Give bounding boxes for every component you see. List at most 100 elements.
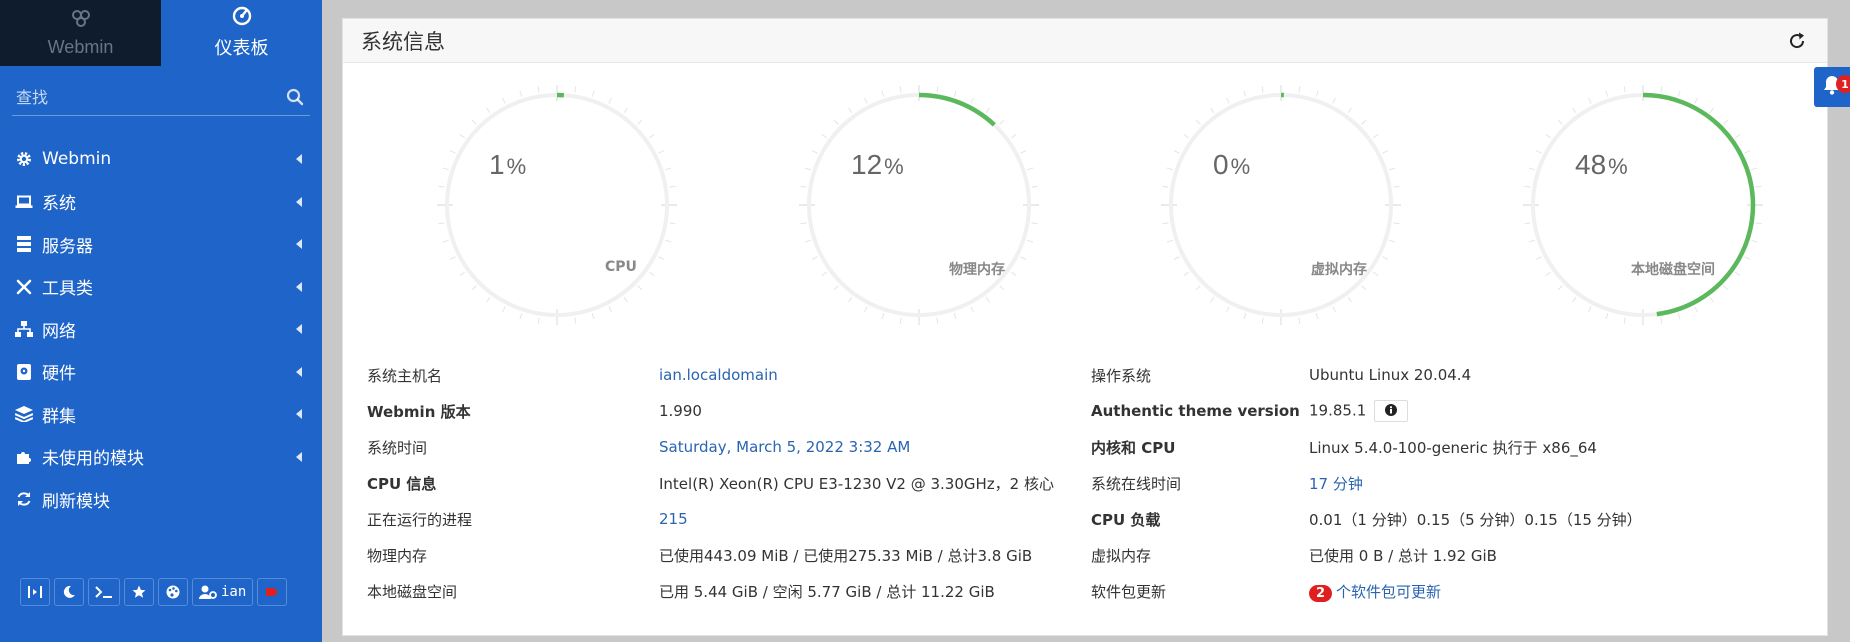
moon-icon (62, 585, 76, 599)
gear-icon (14, 150, 34, 168)
gauge-tick (953, 90, 957, 97)
sidebar-item-label: Webmin (42, 149, 112, 170)
updates-count-badge: 2 (1309, 584, 1333, 602)
gauge-tick (471, 119, 477, 125)
gauge-tick (502, 97, 506, 104)
info-row-system-time: 系统时间 Saturday, March 5, 2022 3:32 AM (367, 432, 1087, 462)
collapse-sidebar-icon (27, 585, 43, 599)
info-row-webmin-version: Webmin 版本 1.990 (367, 396, 1087, 426)
processes-link[interactable]: 215 (659, 510, 688, 528)
tab-dashboard[interactable]: 仪表板 (161, 0, 322, 66)
sidebar-item-webmin[interactable]: Webmin (0, 138, 322, 181)
gauge-tick (821, 271, 828, 276)
gauge-tick (1744, 150, 1751, 154)
gauge-tick (1031, 185, 1038, 188)
search-input[interactable] (12, 80, 310, 114)
tab-webmin[interactable]: Webmin (0, 0, 161, 66)
gauge-local-disk-label: 本地磁盘空间 (1631, 262, 1715, 278)
gauge-tick (1572, 107, 1577, 114)
star-icon (132, 585, 146, 599)
sidebar-item-tools[interactable]: 工具类 (0, 266, 322, 309)
caret-left-icon (296, 281, 302, 292)
gauge-tick (1382, 150, 1389, 154)
sidebar-item-servers[interactable]: 服务器 (0, 223, 322, 266)
user-gear-icon (199, 585, 217, 599)
gauge-tick (985, 107, 990, 114)
gauge-tick (833, 119, 839, 125)
gauge-cpu: 1% CPU (437, 85, 677, 325)
gauge-tick (953, 313, 957, 320)
hostname-link[interactable]: ian.localdomain (659, 366, 778, 384)
gauge-tick (1166, 239, 1173, 243)
gauge-local-disk-dial (1523, 85, 1763, 325)
system-time-link[interactable]: Saturday, March 5, 2022 3:32 AM (659, 438, 910, 456)
info-value-container: 19.85.1 (1309, 400, 1409, 422)
gauge-tick (438, 222, 445, 225)
gauge-tick (1226, 97, 1230, 104)
gauge-fill-arc (918, 92, 996, 127)
uptime-link[interactable]: 17 分钟 (1309, 473, 1363, 494)
sidebar: Webmin 仪表板 Webmin 系统 (0, 0, 322, 642)
gauge-tick (1298, 86, 1301, 93)
sidebar-item-cluster[interactable]: 群集 (0, 393, 322, 436)
gauge-tick (1393, 185, 1400, 188)
gauge-tick (848, 296, 853, 303)
info-key: 本地磁盘空间 (367, 582, 458, 601)
sidebar-item-label: 网络 (42, 321, 76, 342)
caret-left-icon (296, 366, 302, 377)
info-row-cpu-info: CPU 信息 Intel(R) Xeon(R) CPU E3-1230 V2 @… (367, 468, 1087, 498)
notifications-button[interactable]: 1 (1814, 67, 1850, 107)
gauge-tick (1020, 256, 1027, 260)
gauge-tick (438, 185, 445, 188)
search-box (12, 80, 310, 116)
sidebar-item-label: 系统 (42, 194, 76, 215)
night-mode-button[interactable] (54, 578, 84, 606)
sidebar-item-unused-modules[interactable]: 未使用的模块 (0, 436, 322, 479)
user-menu-button[interactable]: ian (192, 578, 254, 606)
gauge-tick (1173, 150, 1180, 154)
sidebar-item-network[interactable]: 网络 (0, 308, 322, 351)
logout-button[interactable] (257, 578, 288, 606)
sidebar-item-refresh-modules[interactable]: 刷新模块 (0, 478, 322, 521)
info-key: 操作系统 (1091, 366, 1152, 385)
server-icon (14, 235, 34, 253)
info-row-cpu-load: CPU 负载 0.01（1 分钟）0.15（5 分钟）0.15（15 分钟） (1091, 504, 1811, 534)
gauge-track (1169, 93, 1393, 317)
info-circle-icon (1385, 402, 1398, 420)
search-icon[interactable] (286, 88, 304, 106)
info-key: CPU 负载 (1091, 510, 1161, 529)
sidebar-menu: Webmin 系统 服务器 工具类 网络 硬件 群集 未使用的模块 刷新模块 (0, 138, 322, 521)
sidebar-item-label: 服务器 (42, 236, 93, 257)
sidebar-item-hardware[interactable]: 硬件 (0, 351, 322, 394)
info-key: Authentic theme version (1091, 402, 1300, 420)
gauge-tick (864, 97, 868, 104)
gauge-track (807, 93, 1031, 317)
gauge-tick (848, 107, 853, 114)
theme-info-button[interactable] (1374, 400, 1409, 422)
gauge-cpu-value: 1% (489, 149, 527, 180)
favorites-button[interactable] (124, 578, 154, 606)
theme-settings-button[interactable] (158, 578, 188, 606)
gauge-tick (1027, 167, 1034, 171)
terminal-button[interactable] (88, 578, 120, 606)
gauge-tick (1389, 167, 1396, 171)
gauge-tick (1027, 239, 1034, 243)
sidebar-item-system[interactable]: 系统 (0, 181, 322, 224)
panel-header: 系统信息 (343, 19, 1827, 63)
gauge-tick (1751, 167, 1758, 171)
gauge-tick (899, 86, 902, 93)
gauge-tick (899, 317, 902, 324)
info-value: 1.990 (659, 402, 702, 420)
gauge-tick (864, 306, 868, 313)
gauge-tick (1031, 222, 1038, 225)
gauge-ticks (1523, 85, 1763, 325)
refresh-icon[interactable] (1785, 29, 1809, 53)
gauge-virtual-memory: 0% 虚拟内存 (1161, 85, 1401, 325)
gauge-tick (449, 256, 456, 260)
gauge-tick (1734, 134, 1741, 139)
notification-count-badge: 1 (1836, 75, 1850, 93)
toggle-sidebar-button[interactable] (20, 578, 50, 606)
info-key: Webmin 版本 (367, 402, 471, 421)
package-updates-link[interactable]: 个软件包可更新 (1336, 583, 1441, 601)
gauge-tick (1557, 285, 1563, 291)
